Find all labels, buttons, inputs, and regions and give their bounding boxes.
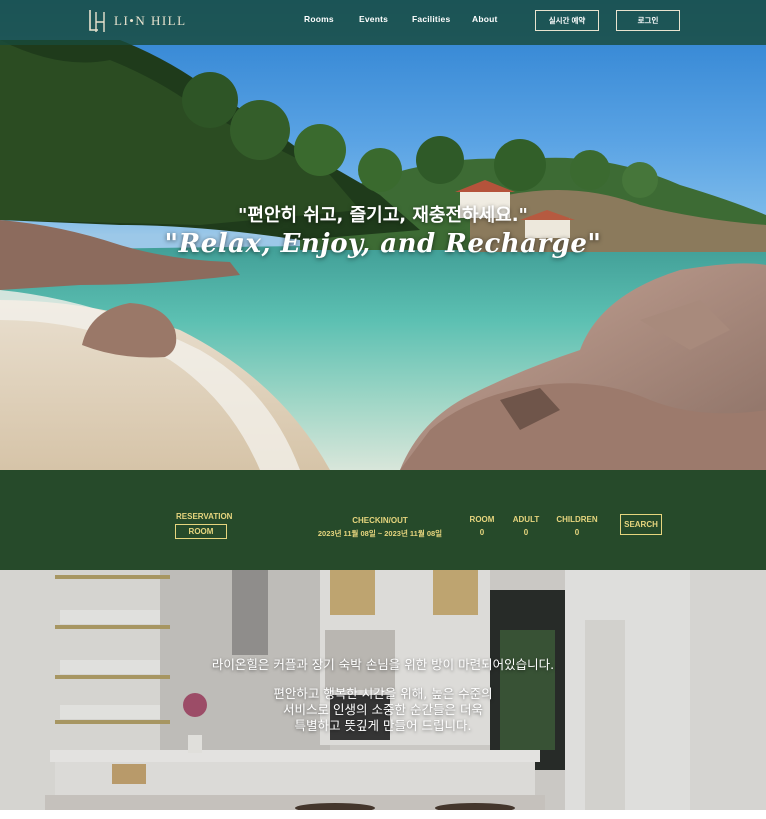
search-button[interactable]: SEARCH [620, 514, 662, 535]
site-logo[interactable]: LI•N HILL [86, 8, 187, 34]
hero-title-english: "Relax, Enjoy, and Recharge" [164, 229, 602, 259]
room-intro-line-1: 라이온힐은 커플과 장기 숙박 손님을 위한 방이 마련되어있습니다. [211, 657, 555, 672]
login-button[interactable]: 로그인 [616, 10, 680, 31]
nav-link-events[interactable]: Events [359, 14, 388, 24]
reservation-type-label: RESERVATION [176, 512, 233, 521]
room-count-value[interactable]: 0 [462, 528, 502, 537]
logo-text: LI•N HILL [114, 13, 187, 28]
adult-count-label: ADULT [512, 515, 540, 524]
room-count-label: ROOM [469, 515, 495, 524]
logo-lh-icon [89, 10, 105, 32]
children-count-label: CHILDREN [556, 515, 598, 524]
top-navbar: LI•N HILL Rooms Events Facilities About … [0, 0, 766, 45]
nav-link-rooms[interactable]: Rooms [304, 14, 334, 24]
reservation-type-select[interactable]: ROOM [175, 524, 227, 539]
realtime-booking-button[interactable]: 실시간 예약 [535, 10, 599, 31]
room-intro-line-4: 특별하고 뜻깊게 만들어 드립니다. [294, 718, 472, 733]
adult-count-value[interactable]: 0 [506, 528, 546, 537]
children-count-value[interactable]: 0 [552, 528, 602, 537]
checkin-label: CHECKIN/OUT [352, 516, 408, 525]
checkin-date-range[interactable]: 2023년 11월 08일 ~ 2023년 11월 08일 [300, 528, 460, 539]
nav-link-about[interactable]: About [472, 14, 498, 24]
room-intro-section: 라이온힐은 커플과 장기 숙박 손님을 위한 방이 마련되어있습니다. 편안하고… [0, 570, 766, 810]
hero-title-korean: "편안히 쉬고, 즐기고, 재충전하세요." [238, 205, 528, 226]
nav-link-facilities[interactable]: Facilities [412, 14, 450, 24]
hero-section: LI•N HILL Rooms Events Facilities About … [0, 0, 766, 470]
reservation-bar: RESERVATION ROOM CHECKIN/OUT 2023년 11월 0… [0, 470, 766, 570]
page-bottom-strip [0, 810, 766, 819]
